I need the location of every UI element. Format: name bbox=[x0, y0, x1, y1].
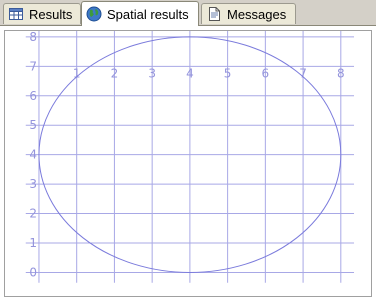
document-icon bbox=[206, 6, 222, 22]
y-tick-label: 1 bbox=[29, 236, 37, 250]
x-tick-label: 1 bbox=[73, 67, 81, 81]
tab-messages-label: Messages bbox=[227, 6, 287, 22]
globe-icon bbox=[86, 6, 102, 22]
tab-spatial-results-label: Spatial results bbox=[107, 6, 189, 22]
result-tabbar: Results Spatial results Messages bbox=[0, 0, 376, 26]
x-tick-label: 3 bbox=[148, 67, 156, 81]
spatial-results-pane: 1 2 3 4 5 6 7 8 0 1 2 3 4 5 6 7 8 bbox=[0, 25, 376, 302]
tab-spatial-results[interactable]: Spatial results bbox=[81, 1, 199, 26]
y-tick-label: 0 bbox=[29, 265, 37, 279]
x-tick-label: 2 bbox=[111, 67, 119, 81]
spatial-viewer[interactable]: 1 2 3 4 5 6 7 8 0 1 2 3 4 5 6 7 8 bbox=[4, 30, 372, 297]
y-tick-label: 4 bbox=[29, 148, 37, 162]
spatial-plot[interactable]: 1 2 3 4 5 6 7 8 0 1 2 3 4 5 6 7 8 bbox=[5, 31, 371, 296]
x-tick-label: 7 bbox=[299, 67, 307, 81]
y-tick-label: 5 bbox=[29, 118, 37, 132]
y-tick-label: 3 bbox=[29, 177, 37, 191]
x-tick-label: 4 bbox=[186, 67, 194, 81]
x-tick-label: 6 bbox=[262, 67, 270, 81]
y-tick-label: 6 bbox=[29, 89, 37, 103]
x-tick-label: 8 bbox=[337, 67, 345, 81]
grid-icon bbox=[8, 6, 24, 22]
tab-messages[interactable]: Messages bbox=[201, 3, 296, 24]
tab-results-label: Results bbox=[29, 6, 73, 22]
y-tick-label: 7 bbox=[29, 59, 37, 73]
tab-results[interactable]: Results bbox=[3, 3, 81, 24]
y-tick-label: 2 bbox=[29, 207, 37, 221]
x-tick-label: 5 bbox=[224, 67, 232, 81]
y-tick-label: 8 bbox=[29, 31, 37, 44]
